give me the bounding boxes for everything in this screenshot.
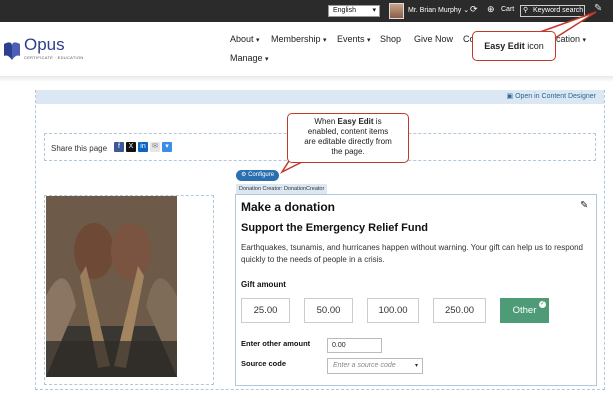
nav-label: Shop: [380, 34, 402, 44]
chevron-down-icon: ▾: [256, 37, 260, 44]
chevron-down-icon: ▾: [265, 56, 269, 63]
callout-bold: Easy Edit: [337, 117, 374, 126]
callout-text: the page.: [331, 147, 365, 156]
nav-label: About: [230, 34, 254, 44]
language-value: English: [333, 7, 356, 14]
donation-title: Make a donation: [241, 200, 336, 214]
nav-label: Manage: [230, 53, 263, 63]
nav-events[interactable]: Events ▾: [337, 34, 371, 44]
amount-other-label: Other: [512, 305, 537, 316]
amount-option-100[interactable]: 100.00: [367, 298, 419, 323]
chevron-down-icon: ⌄: [463, 7, 470, 14]
user-name: Mr. Brian Murphy: [408, 7, 462, 14]
configure-button[interactable]: ⚙ Configure: [236, 170, 280, 181]
check-icon: ✓: [539, 301, 546, 308]
search-input[interactable]: ⚲ Keyword search: [520, 5, 585, 17]
configure-label: Configure: [248, 172, 275, 178]
search-icon: ⚲: [523, 7, 529, 14]
x-icon[interactable]: X: [126, 142, 136, 152]
pelican-image: [46, 196, 177, 377]
logo-text[interactable]: Opus: [24, 35, 65, 55]
gear-icon: ⚙: [241, 172, 247, 178]
email-icon[interactable]: ✉: [150, 142, 160, 152]
logo-tagline: CERTIFICATE · EDUCATION: [24, 55, 84, 60]
easy-edit-icon[interactable]: ✎: [594, 3, 606, 15]
content-designer-bar: ▣ Open in Content Designer: [36, 90, 604, 104]
easy-edit-callout: Easy Edit icon: [472, 31, 556, 61]
callout-text: is: [373, 117, 382, 126]
source-code-placeholder: Enter a source code: [333, 362, 396, 369]
chevron-down-icon: ▾: [367, 37, 371, 44]
chevron-down-icon: ▾: [372, 7, 376, 14]
callout-text: enabled, content items: [307, 127, 389, 136]
search-label: Keyword search: [533, 7, 584, 14]
callout-bold: Easy Edit: [484, 41, 525, 51]
callout-text: When: [314, 117, 338, 126]
donation-description: Earthquakes, tsunamis, and hurricanes ha…: [241, 243, 583, 264]
top-utility-bar: English ▾ Mr. Brian Murphy ⌄ ⟳ ⊕ Cart ⚲ …: [0, 0, 613, 22]
nav-label: Give Now: [414, 34, 454, 44]
source-code-select[interactable]: Enter a source code ▾: [327, 358, 423, 374]
nav-education[interactable]: cation ▾: [556, 34, 586, 44]
avatar[interactable]: [389, 3, 404, 19]
nav-label: cation: [556, 34, 581, 44]
cart-icon[interactable]: ⊕: [487, 4, 495, 15]
other-amount-label: Enter other amount: [241, 339, 311, 348]
user-menu[interactable]: Mr. Brian Murphy ⌄: [408, 6, 469, 14]
content-designer-label: Open in Content Designer: [515, 93, 596, 100]
facebook-icon[interactable]: f: [114, 142, 124, 152]
amount-option-250[interactable]: 250.00: [433, 298, 486, 323]
language-select[interactable]: English ▾: [328, 5, 380, 17]
nav-manage[interactable]: Manage ▾: [230, 53, 269, 63]
logo-icon[interactable]: [2, 38, 22, 62]
cart-link[interactable]: Cart: [501, 6, 514, 13]
nav-label: Events: [337, 34, 365, 44]
nav-shop[interactable]: Shop: [380, 34, 401, 44]
chevron-down-icon: ▾: [582, 37, 587, 44]
linkedin-icon[interactable]: in: [138, 142, 148, 152]
nav-about[interactable]: About ▾: [230, 34, 260, 44]
nav-label: Membership: [271, 34, 321, 44]
callout-text: icon: [524, 41, 544, 51]
chevron-down-icon: ▾: [323, 37, 327, 44]
amount-option-50[interactable]: 50.00: [304, 298, 353, 323]
edit-pencil-icon[interactable]: ✎: [580, 200, 588, 211]
nav-give-now[interactable]: Give Now: [414, 34, 453, 44]
chevron-down-icon: ▾: [414, 363, 418, 369]
callout-text: are editable directly from: [304, 137, 392, 146]
amount-option-other[interactable]: Other ✓: [500, 298, 549, 323]
gift-amount-label: Gift amount: [241, 280, 286, 289]
amount-option-25[interactable]: 25.00: [241, 298, 290, 323]
easy-edit-info-callout: When Easy Edit is enabled, content items…: [287, 113, 409, 163]
source-code-label: Source code: [241, 359, 287, 368]
share-label: Share this page: [51, 144, 108, 153]
sync-icon[interactable]: ⟳: [470, 4, 478, 15]
other-amount-input[interactable]: 0.00: [327, 338, 382, 353]
open-content-designer-link[interactable]: ▣ Open in Content Designer: [506, 92, 596, 100]
more-icon[interactable]: ▾: [162, 142, 172, 152]
content-item-tag: Donation Creator: DonationCreator: [236, 184, 328, 194]
nav-membership[interactable]: Membership ▾: [271, 34, 327, 44]
donation-subtitle: Support the Emergency Relief Fund: [241, 222, 429, 234]
header-divider: [0, 76, 613, 82]
content-designer-icon: ▣: [506, 93, 514, 100]
